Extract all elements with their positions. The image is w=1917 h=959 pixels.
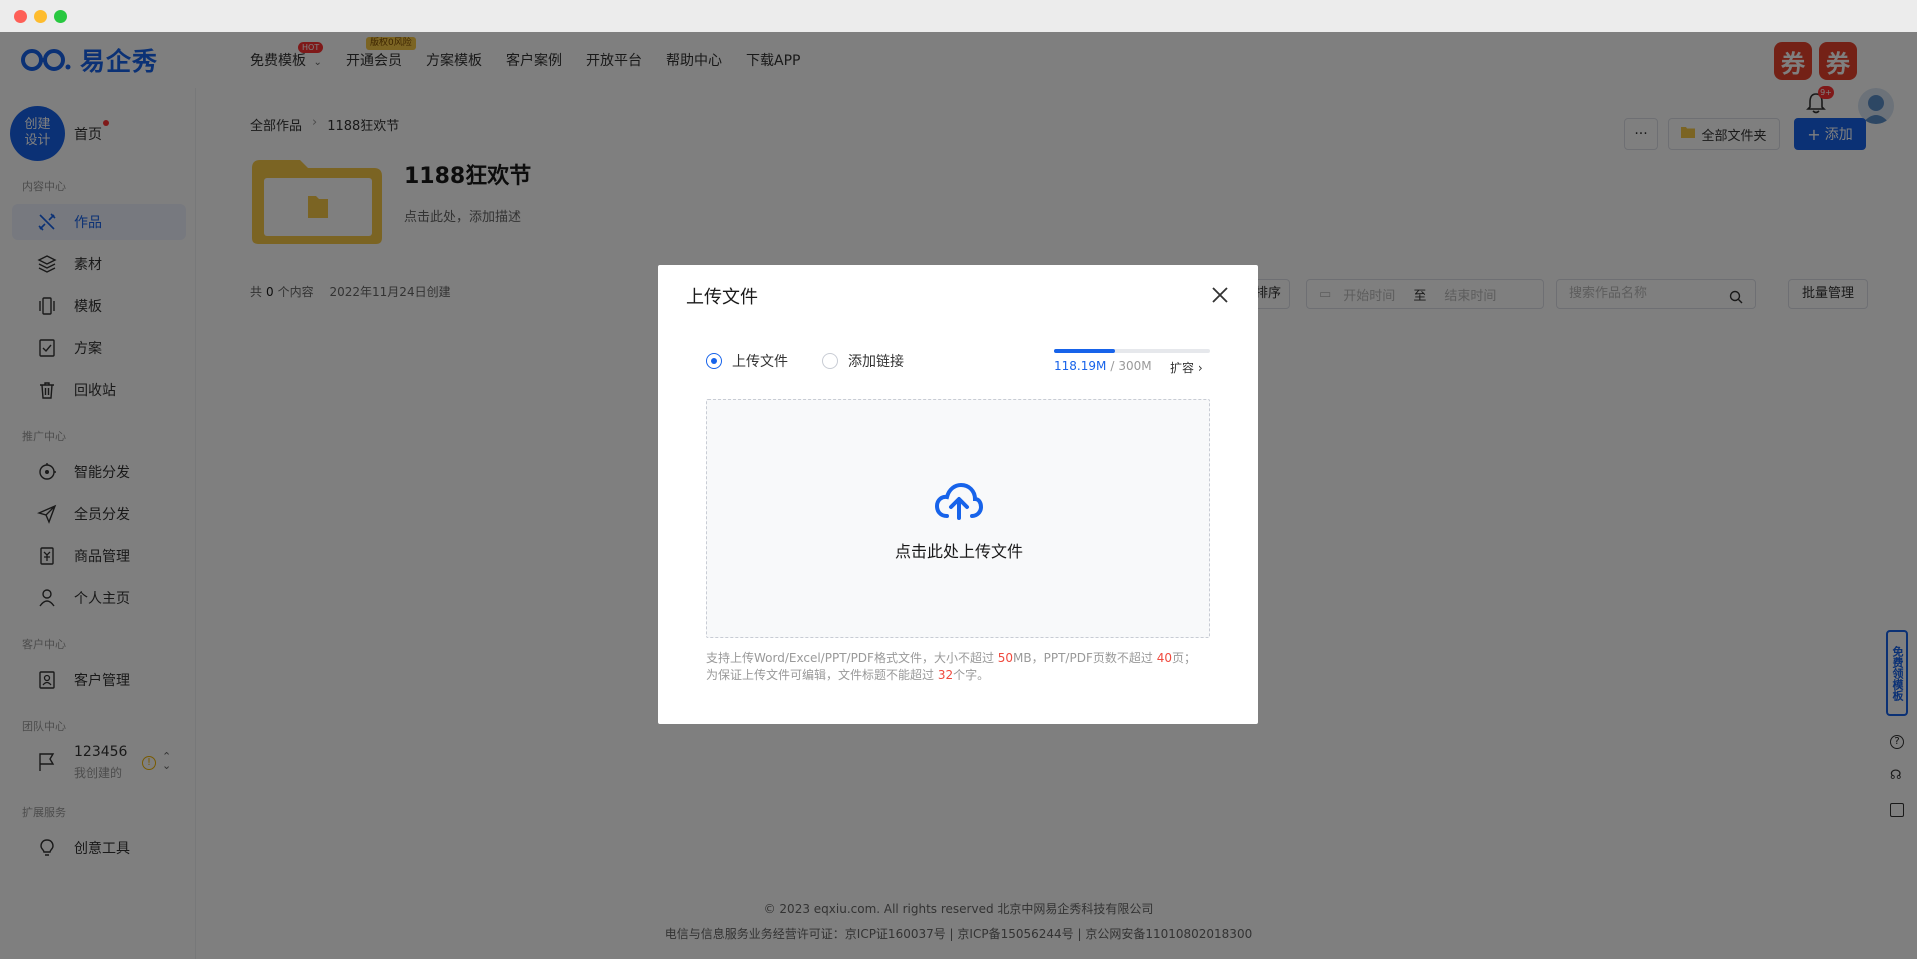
radio-circle (822, 353, 838, 369)
hint-text: MB，PPT/PDF页数不超过 (1013, 651, 1157, 665)
radio-add-link[interactable]: 添加链接 (822, 351, 904, 371)
radio-link-label: 添加链接 (848, 354, 904, 370)
upload-hint-line2: 为保证上传文件可编辑，文件标题不能超过 32个字。 (706, 666, 989, 683)
radio-upload-file[interactable]: 上传文件 (706, 351, 788, 371)
window-titlebar (0, 0, 1917, 32)
radio-circle-checked (706, 353, 722, 369)
quota-separator: / (1110, 359, 1115, 373)
window-close-button[interactable] (14, 10, 27, 23)
window-zoom-button[interactable] (54, 10, 67, 23)
quota-used: 118.19M (1054, 359, 1107, 373)
hint-size-limit: 50 (997, 651, 1014, 665)
hint-text: 个字。 (953, 668, 990, 682)
hint-text: 页； (1171, 651, 1196, 665)
upload-file-dialog: 上传文件 上传文件 添加链接 118.19M/300M 扩容 › 点击此处上传文… (658, 265, 1258, 724)
upload-dropzone[interactable]: 点击此处上传文件 (706, 399, 1210, 638)
hint-page-limit: 40 (1156, 651, 1172, 665)
window-minimize-button[interactable] (34, 10, 47, 23)
close-icon[interactable] (1208, 283, 1232, 307)
cloud-upload-icon (934, 482, 984, 526)
hint-text: 支持上传Word/Excel/PPT/PDF格式文件，大小不超过 (706, 651, 998, 665)
hint-char-limit: 32 (937, 668, 954, 682)
storage-quota-fill (1054, 349, 1115, 353)
dropzone-label: 点击此处上传文件 (894, 542, 1023, 561)
expand-storage-link[interactable]: 扩容 › (1170, 359, 1203, 376)
hint-text: 为保证上传文件可编辑，文件标题不能超过 (706, 668, 938, 682)
storage-quota-bar (1054, 349, 1210, 353)
expand-label: 扩容 (1170, 361, 1195, 375)
upload-hint-line1: 支持上传Word/Excel/PPT/PDF格式文件，大小不超过 50MB，PP… (706, 649, 1196, 666)
quota-total: 300M (1118, 359, 1152, 373)
radio-upload-label: 上传文件 (732, 354, 788, 370)
chevron-right-icon: › (1197, 361, 1203, 375)
storage-quota-text: 118.19M/300M (1054, 359, 1152, 373)
dialog-title: 上传文件 (686, 287, 758, 308)
